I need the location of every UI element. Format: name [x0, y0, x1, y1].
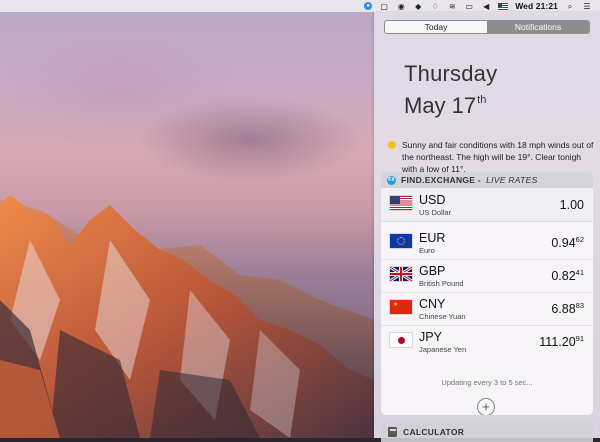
- weather-summary: Sunny and fair conditions with 18 mph wi…: [388, 139, 598, 175]
- menu-bar: ● ▢ ◉ ◆ ♢ ≋ ▭ ◀ Wed 21:21 ⌕ ☰: [0, 0, 600, 12]
- menubar-clock[interactable]: Wed 21:21: [515, 1, 558, 11]
- find-exchange-logo-icon: FX: [387, 175, 396, 185]
- rate-value: 6.8883: [551, 301, 584, 316]
- rate-sup: 41: [575, 268, 584, 277]
- notes-icon[interactable]: ▢: [379, 2, 389, 11]
- rate-main: 1.00: [559, 198, 584, 212]
- spotlight-search-icon[interactable]: ⌕: [565, 2, 575, 11]
- us-flag-icon: [390, 196, 412, 210]
- rate-sup: 91: [575, 334, 584, 343]
- creative-cloud-icon[interactable]: ◉: [396, 2, 406, 11]
- us-flag-icon[interactable]: [498, 2, 509, 10]
- rate-value: 1.00: [560, 197, 584, 212]
- rate-value: 0.8241: [551, 268, 584, 283]
- wifi-icon[interactable]: ≋: [447, 2, 457, 11]
- rate-main: 6.88: [551, 302, 576, 316]
- widget-title: FIND.EXCHANGE -: [401, 175, 482, 185]
- exchange-rates-widget: FX FIND.EXCHANGE - LIVE RATES USD US Dol…: [381, 172, 593, 415]
- rate-sup: 62: [575, 235, 584, 244]
- calculator-icon: [388, 427, 397, 437]
- volume-icon[interactable]: ◀: [481, 2, 491, 11]
- widget-header[interactable]: FX FIND.EXCHANGE - LIVE RATES: [381, 172, 593, 188]
- rate-value: 111.2091: [539, 334, 584, 349]
- mountain-illustration: [0, 195, 374, 438]
- airplay-icon[interactable]: ▭: [464, 2, 474, 11]
- date-label: May 17th: [404, 88, 486, 118]
- weather-text: Sunny and fair conditions with 18 mph wi…: [402, 140, 594, 174]
- today-notifications-toggle: Today Notifications: [384, 20, 590, 34]
- status-app-icon[interactable]: ●: [364, 2, 373, 10]
- currency-code: USD: [419, 193, 446, 207]
- rate-row-cny[interactable]: ★ CNY Chinese Yuan 6.8883: [381, 292, 593, 326]
- rate-row-eur[interactable]: EUR Euro 0.9462: [381, 226, 593, 260]
- updating-status: Updating every 3 to 5 sec...: [441, 378, 533, 387]
- add-currency-button[interactable]: +: [477, 398, 495, 415]
- currency-name: British Pound: [419, 279, 464, 288]
- tab-notifications[interactable]: Notifications: [487, 21, 589, 33]
- currency-code: GBP: [419, 264, 446, 278]
- currency-name: Japanese Yen: [419, 345, 467, 354]
- date-month-day: May 17: [404, 93, 477, 118]
- sun-icon: [388, 141, 396, 149]
- rate-main: 0.82: [551, 269, 576, 283]
- rate-value: 0.9462: [551, 235, 584, 250]
- currency-name: Euro: [419, 246, 435, 255]
- currency-code: JPY: [419, 330, 442, 344]
- rate-sup: 83: [575, 301, 584, 310]
- rate-row-usd[interactable]: USD US Dollar 1.00: [381, 188, 593, 222]
- rate-row-jpy[interactable]: JPY Japanese Yen 111.2091: [381, 325, 593, 358]
- rate-row-gbp[interactable]: GBP British Pound 0.8241: [381, 259, 593, 293]
- currency-name: US Dollar: [419, 208, 452, 217]
- notification-center-panel: Today Notifications Thursday May 17th Su…: [374, 12, 600, 442]
- rate-main: 111.20: [539, 335, 576, 349]
- date-suffix: th: [477, 94, 487, 106]
- uk-flag-icon: [390, 267, 412, 281]
- currency-name: Chinese Yuan: [419, 312, 466, 321]
- japan-flag-icon: [390, 333, 412, 347]
- day-name: Thursday: [404, 61, 498, 86]
- bell-icon[interactable]: ♢: [430, 2, 440, 11]
- calculator-title: CALCULATOR: [403, 427, 465, 437]
- dropbox-icon[interactable]: ◆: [413, 2, 423, 11]
- currency-code: CNY: [419, 297, 446, 311]
- notification-center-icon[interactable]: ☰: [582, 2, 592, 11]
- calculator-widget-header[interactable]: CALCULATOR: [381, 422, 593, 442]
- rate-main: 0.94: [551, 236, 576, 250]
- eu-flag-icon: [390, 234, 412, 248]
- tab-today[interactable]: Today: [385, 21, 487, 33]
- currency-code: EUR: [419, 231, 446, 245]
- widget-subtitle: LIVE RATES: [486, 175, 538, 185]
- china-flag-icon: ★: [390, 300, 412, 314]
